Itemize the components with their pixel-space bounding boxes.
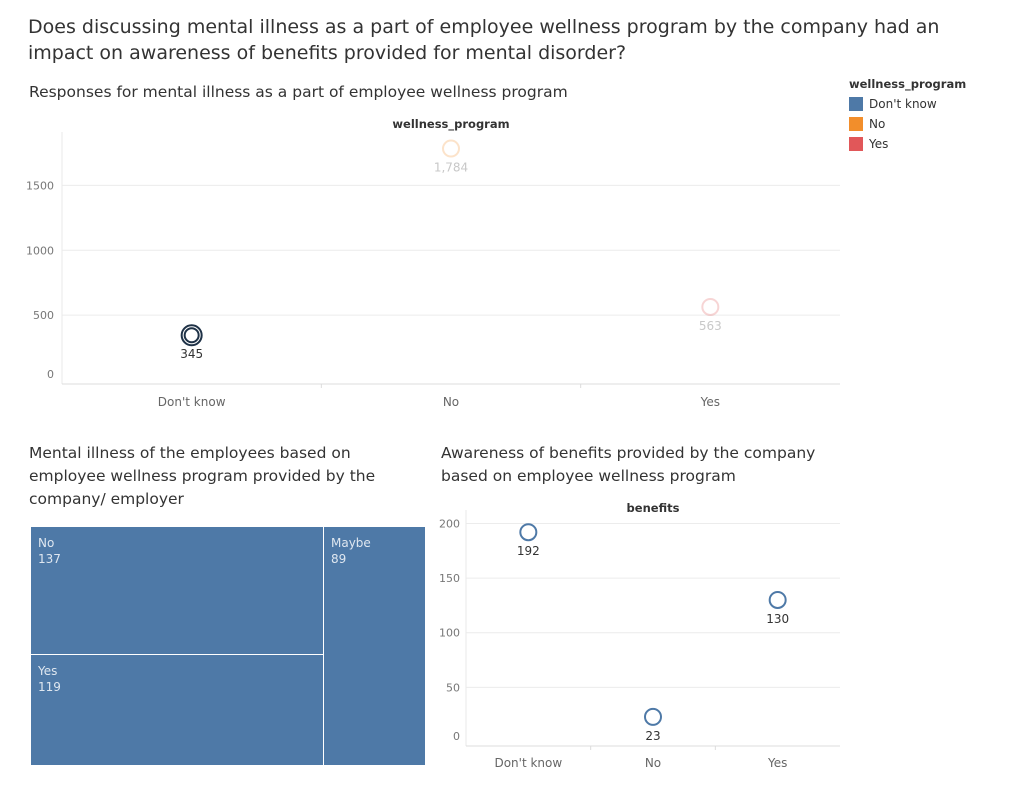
legend-item-yes[interactable]: Yes (849, 134, 999, 154)
chart1-category-label: Don't know (158, 395, 226, 409)
chart1-data-label: 563 (699, 319, 722, 333)
chart3-plot: 0 50 100 150 200 192 Don't know 23 No 130 Yes (439, 510, 840, 770)
chart3-ytick-label: 50 (446, 681, 460, 694)
legend-swatch (849, 137, 863, 151)
legend-item-no[interactable]: No (849, 114, 999, 134)
legend-title: wellness_program (849, 77, 967, 91)
treemap-label: Yes (38, 664, 58, 678)
chart1-point (183, 327, 200, 344)
dashboard-title: Does discussing mental illness as a part… (28, 16, 940, 64)
chart3-category-label: No (645, 756, 661, 770)
chart1-data-label: 345 (180, 347, 203, 361)
chart3-ytick-label: 200 (439, 517, 460, 530)
chart1-ytick-label: 1500 (26, 179, 54, 192)
chart1-title: Responses for mental illness as a part o… (29, 83, 568, 101)
treemap-value: 89 (331, 552, 347, 566)
chart3-ytick-label: 0 (453, 730, 460, 743)
chart3-title: Awareness of benefits provided by the co… (441, 444, 816, 485)
chart1-data-label: 1,784 (434, 161, 468, 175)
chart1-category-label: No (443, 395, 459, 409)
chart1-point (442, 139, 460, 158)
chart3-ytick-label: 150 (439, 572, 460, 585)
chart3-point (768, 590, 787, 609)
chart3-data-label: 192 (517, 544, 540, 558)
treemap-label: Maybe (331, 536, 371, 550)
chart3-category-label: Don't know (494, 756, 562, 770)
chart3-category-label: Yes (767, 756, 787, 770)
chart3-data-label: 23 (645, 729, 660, 743)
chart1-category-label: Yes (700, 395, 720, 409)
chart1-xlabel: wellness_program (392, 117, 510, 131)
legend-label: Don't know (869, 97, 937, 111)
legend-label: Yes (869, 137, 889, 151)
chart1-plot: 0 500 1000 1500 345 Don't know 1,784 No 563 Yes (26, 132, 840, 409)
chart3-point (519, 523, 538, 542)
treemap-value: 137 (38, 552, 61, 566)
chart1-point (701, 297, 720, 316)
legend-swatch (849, 117, 863, 131)
treemap-cell-no[interactable]: No 137 (30, 526, 324, 655)
legend: wellness_program Don't know No Yes (849, 77, 999, 154)
treemap-label: No (38, 536, 55, 550)
chart3-ytick-label: 100 (439, 627, 460, 640)
legend-label: No (869, 117, 886, 131)
chart1-ytick-label: 500 (33, 309, 54, 322)
chart1-ytick-label: 1000 (26, 244, 54, 257)
chart2-title: Mental illness of the employees based on… (29, 444, 376, 508)
chart3-data-label: 130 (766, 612, 789, 626)
treemap-cell-maybe[interactable]: Maybe 89 (323, 526, 426, 766)
legend-swatch (849, 97, 863, 111)
treemap-value: 119 (38, 680, 61, 694)
chart1-ytick-label: 0 (47, 368, 54, 381)
treemap: No 137 Yes 119 Maybe 89 (30, 526, 426, 766)
treemap-cell-yes[interactable]: Yes 119 (30, 654, 324, 766)
chart3-point (644, 707, 662, 726)
legend-item-dont-know[interactable]: Don't know (849, 94, 999, 114)
